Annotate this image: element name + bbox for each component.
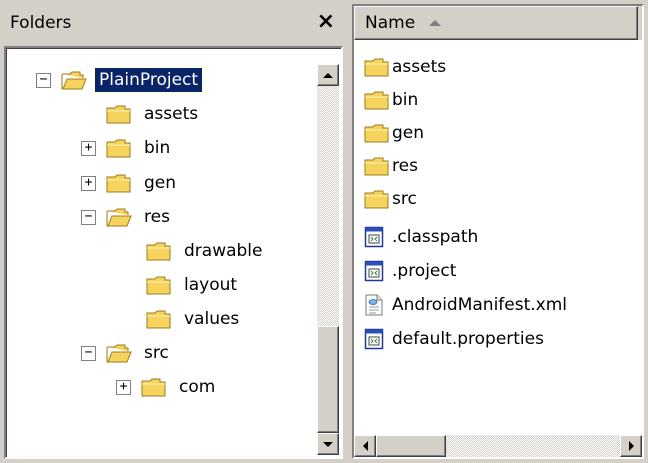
tree-item-label: gen — [144, 173, 177, 193]
folder-icon — [364, 90, 390, 111]
close-icon[interactable]: × — [317, 8, 335, 36]
open-folder-icon — [61, 70, 87, 91]
tree-item-plainproject[interactable]: − PlainProject — [36, 66, 204, 94]
document-icon — [364, 226, 384, 248]
folders-pane: Folders × − PlainProject assets + bin + … — [4, 4, 343, 459]
document-icon — [364, 260, 384, 282]
tree-item-drawable[interactable]: drawable — [146, 237, 267, 265]
file-item-label: assets — [392, 57, 447, 77]
files-horizontal-scrollbar[interactable] — [354, 435, 642, 457]
folder-icon — [106, 104, 132, 125]
document-icon — [364, 328, 384, 350]
scroll-right-button[interactable] — [620, 435, 642, 457]
tree-item-label: assets — [144, 104, 199, 124]
folder-icon — [146, 275, 172, 296]
file-item-res[interactable]: res — [364, 150, 418, 182]
tree-item-layout[interactable]: layout — [146, 271, 241, 299]
folder-icon — [364, 57, 390, 78]
file-item-label: .project — [392, 261, 457, 281]
tree-item-label: res — [144, 207, 170, 227]
folder-icon — [364, 189, 390, 210]
column-header-label: Name — [365, 13, 416, 33]
scroll-thumb[interactable] — [376, 435, 446, 457]
file-item-label: res — [392, 156, 418, 176]
collapse-icon[interactable]: − — [36, 72, 51, 88]
scroll-down-button[interactable] — [317, 433, 339, 455]
arrow-down-icon — [323, 441, 333, 447]
open-folder-icon — [106, 207, 132, 228]
scroll-thumb[interactable] — [317, 326, 339, 433]
tree-item-gen[interactable]: + gen — [81, 169, 180, 197]
file-item-default-properties[interactable]: default.properties — [364, 323, 544, 355]
file-item-label: AndroidManifest.xml — [392, 295, 568, 315]
tree-item-values[interactable]: values — [146, 305, 243, 333]
tree-item-label: layout — [184, 275, 238, 295]
collapse-icon[interactable]: − — [81, 209, 96, 225]
folder-icon — [146, 241, 172, 262]
expand-icon[interactable]: + — [116, 379, 131, 395]
sort-ascending-icon — [429, 20, 442, 26]
file-item-bin[interactable]: bin — [364, 84, 418, 116]
file-item-label: src — [392, 189, 417, 209]
file-item-gen[interactable]: gen — [364, 117, 424, 149]
column-header-name[interactable]: Name — [354, 6, 638, 40]
tree-item-res[interactable]: − res — [81, 203, 174, 231]
tree-item-label: src — [144, 343, 169, 363]
folder-icon — [364, 123, 390, 144]
tree-item-label: drawable — [184, 241, 263, 261]
scroll-left-button[interactable] — [354, 435, 376, 457]
column-header-bar: Name — [354, 6, 642, 40]
file-item-src[interactable]: src — [364, 183, 417, 215]
expand-icon[interactable]: + — [81, 175, 96, 191]
pane-splitter[interactable] — [343, 0, 352, 463]
arrow-left-icon — [362, 441, 368, 451]
tree-item-label: PlainProject — [93, 67, 204, 93]
folder-tree: − PlainProject assets + bin + gen − res — [4, 46, 343, 459]
arrow-up-icon — [323, 72, 333, 78]
collapse-icon[interactable]: − — [81, 345, 96, 361]
tree-vertical-scrollbar[interactable] — [317, 64, 339, 455]
tree-item-bin[interactable]: + bin — [81, 134, 174, 162]
tree-item-com[interactable]: + com — [116, 373, 219, 401]
file-item-label: .classpath — [392, 227, 479, 247]
folder-icon — [106, 173, 132, 194]
tree-item-src[interactable]: − src — [81, 339, 173, 367]
files-pane: Name assets bin gen res src .classpath .… — [352, 4, 644, 459]
folder-icon — [141, 377, 167, 398]
scroll-up-button[interactable] — [317, 64, 339, 86]
expand-icon[interactable]: + — [81, 140, 96, 156]
file-item-classpath[interactable]: .classpath — [364, 221, 478, 253]
file-item-label: gen — [392, 123, 425, 143]
open-folder-icon — [106, 343, 132, 364]
file-item-project[interactable]: .project — [364, 255, 456, 287]
folders-header: Folders × — [4, 4, 343, 46]
file-item-label: bin — [392, 90, 419, 110]
file-item-label: default.properties — [392, 329, 544, 349]
folder-icon — [364, 156, 390, 177]
folder-icon — [106, 138, 132, 159]
folder-icon — [146, 309, 172, 330]
xml-file-icon — [364, 294, 384, 316]
tree-item-label: com — [179, 377, 216, 397]
tree-item-assets[interactable]: assets — [106, 100, 202, 128]
tree-item-label: values — [184, 309, 240, 329]
arrow-right-icon — [628, 441, 634, 451]
file-item-assets[interactable]: assets — [364, 51, 446, 83]
tree-item-label: bin — [144, 138, 171, 158]
folders-title: Folders — [10, 13, 72, 33]
file-item-androidmanifest[interactable]: AndroidManifest.xml — [364, 289, 567, 321]
